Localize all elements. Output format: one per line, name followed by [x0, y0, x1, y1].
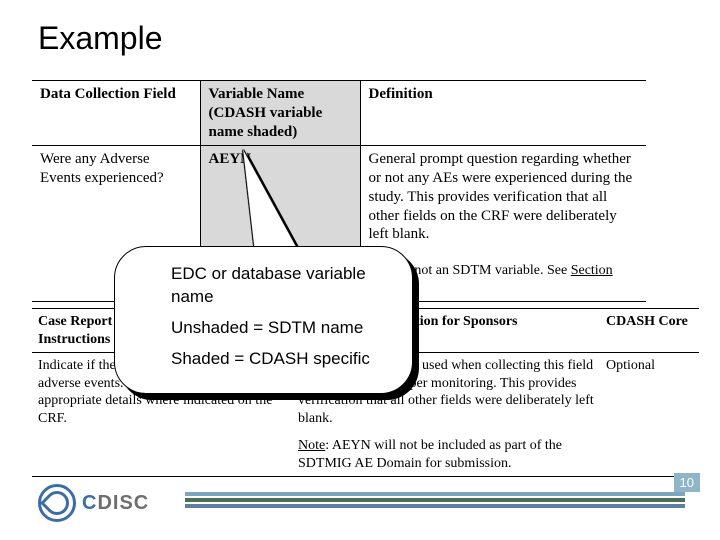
definition-text: General prompt question regarding whethe…	[369, 151, 633, 242]
table-header-row: Data Collection Field Variable Name (CDA…	[32, 81, 646, 146]
callout-line3: Shaded = CDASH specific	[171, 348, 376, 371]
callout-line2: Unshaded = SDTM name	[171, 317, 376, 340]
logo-rest: DISC	[97, 492, 149, 514]
col-varname: Variable Name (CDASH variable name shade…	[200, 81, 360, 146]
footer-bars	[185, 492, 685, 510]
page-title: Example	[38, 20, 163, 57]
footer-bar-2	[185, 498, 685, 502]
page-number: 10	[674, 473, 700, 492]
footer-bar-1	[185, 492, 685, 496]
logo-text: CDISC	[82, 492, 149, 515]
logo-icon	[38, 484, 76, 522]
logo-c: C	[82, 492, 97, 514]
cell-core: Optional	[600, 353, 699, 477]
note-rest: : AEYN will not be included as part of t…	[298, 438, 562, 471]
callout-bubble: EDC or database variable name Unshaded =…	[114, 246, 413, 394]
col-core: CDASH Core	[600, 309, 699, 353]
col-definition: Definition	[360, 81, 646, 146]
callout-body: EDC or database variable name Unshaded =…	[114, 246, 413, 394]
col-field: Data Collection Field	[32, 81, 200, 146]
sponsor-note: Note: AEYN will not be included as part …	[298, 437, 594, 472]
cdisc-logo: CDISC	[38, 484, 149, 522]
note-label: Note	[298, 438, 325, 453]
callout-line1: EDC or database variable name	[171, 263, 376, 309]
footer-bar-3	[185, 504, 685, 508]
slide: Example Data Collection Field Variable N…	[0, 0, 720, 540]
